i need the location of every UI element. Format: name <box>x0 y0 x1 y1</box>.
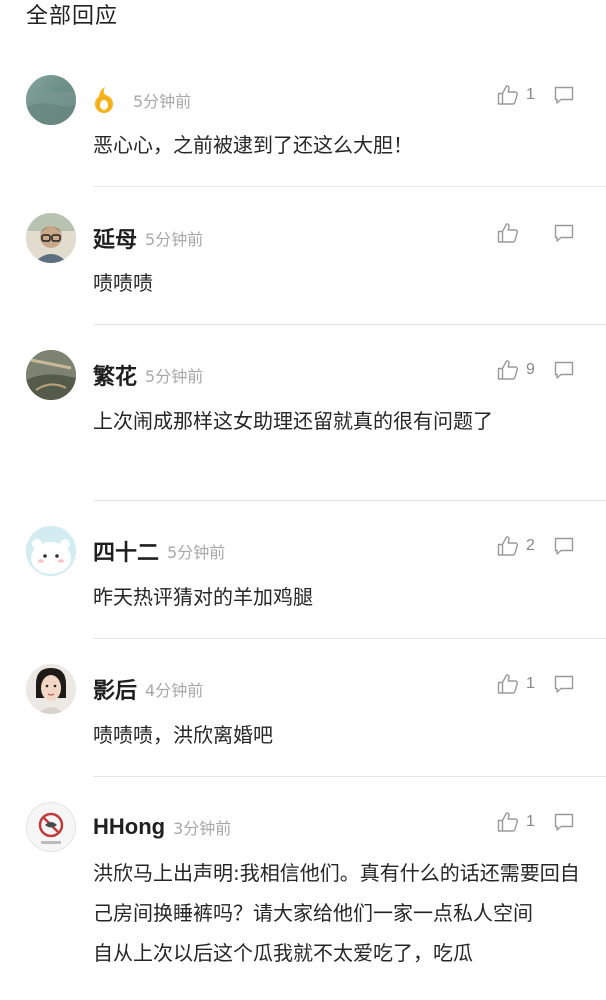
reply-button[interactable] <box>552 358 576 382</box>
comment-actions: 1 <box>496 80 576 110</box>
comment-text: 昨天热评猜对的羊加鸡腿 <box>93 585 313 609</box>
reply-button[interactable] <box>552 810 576 834</box>
comment-bubble-icon <box>552 672 576 696</box>
page-title: 全部回应 <box>26 4 119 29</box>
divider <box>93 500 606 501</box>
comment-actions <box>496 218 576 248</box>
user-row: 繁花 5分钟前 <box>93 360 203 390</box>
avatar-image <box>26 526 76 576</box>
avatar[interactable] <box>26 75 76 125</box>
reply-button[interactable] <box>552 83 576 107</box>
like-count: 9 <box>526 361 535 378</box>
timestamp: 5分钟前 <box>145 367 204 386</box>
timestamp: 3分钟前 <box>173 819 232 838</box>
divider <box>93 638 606 639</box>
comment-bubble-icon <box>552 221 576 245</box>
like-button[interactable] <box>496 221 536 245</box>
comment-bubble-icon <box>552 810 576 834</box>
like-button[interactable]: 2 <box>496 534 536 558</box>
avatar[interactable] <box>26 802 76 852</box>
thumbs-up-icon <box>496 83 520 107</box>
thumbs-up-icon <box>496 221 520 245</box>
username[interactable]: 影后 <box>93 673 137 705</box>
timestamp: 5分钟前 <box>145 230 204 249</box>
username[interactable]: 延母 <box>93 222 137 254</box>
reply-button[interactable] <box>552 672 576 696</box>
comment-text: 恶心心，之前被逮到了还这么大胆！ <box>93 133 413 157</box>
avatar-image <box>26 664 76 714</box>
thumbs-up-icon <box>496 810 520 834</box>
username[interactable]: 繁花 <box>93 359 137 391</box>
comment-text: 洪欣马上出声明:我相信他们。真有什么的话还需要回自己房间换睡裤吗？请大家给他们一… <box>93 861 580 965</box>
like-button[interactable]: 1 <box>496 672 536 696</box>
comment-actions: 1 <box>496 807 576 837</box>
like-count: 1 <box>526 813 535 830</box>
flame-icon <box>93 86 115 114</box>
like-count: 1 <box>526 675 535 692</box>
comment-text: 上次闹成那样这女助理还留就真的很有问题了 <box>93 409 493 433</box>
divider <box>93 186 606 187</box>
timestamp: 5分钟前 <box>133 92 192 111</box>
avatar-image <box>26 350 76 400</box>
timestamp: 4分钟前 <box>145 681 204 700</box>
like-count: 1 <box>526 86 535 103</box>
comment-bubble-icon <box>552 83 576 107</box>
comment-text: 啧啧啧，洪欣离婚吧 <box>93 723 273 747</box>
avatar-image <box>26 89 76 125</box>
user-row: HHong 3分钟前 <box>93 812 231 842</box>
avatar-image <box>26 213 76 263</box>
user-row: 四十二 5分钟前 <box>93 536 225 566</box>
reply-button[interactable] <box>552 534 576 558</box>
divider <box>93 324 606 325</box>
avatar[interactable] <box>26 350 76 400</box>
comment-actions: 1 <box>496 669 576 699</box>
thumbs-up-icon <box>496 534 520 558</box>
timestamp: 5分钟前 <box>167 543 226 562</box>
avatar-image <box>27 803 75 851</box>
comment-bubble-icon <box>552 358 576 382</box>
like-button[interactable]: 1 <box>496 810 536 834</box>
comment-text: 啧啧啧 <box>93 271 153 295</box>
like-count: 2 <box>526 537 535 554</box>
user-row: 5分钟前 <box>93 85 191 115</box>
avatar[interactable] <box>26 213 76 263</box>
username[interactable]: 四十二 <box>93 535 159 567</box>
like-button[interactable]: 9 <box>496 358 536 382</box>
avatar[interactable] <box>26 526 76 576</box>
comment-actions: 9 <box>496 355 576 385</box>
thumbs-up-icon <box>496 358 520 382</box>
comment-actions: 2 <box>496 531 576 561</box>
reply-button[interactable] <box>552 221 576 245</box>
user-row: 影后 4分钟前 <box>93 674 203 704</box>
user-row: 延母 5分钟前 <box>93 223 203 253</box>
thumbs-up-icon <box>496 672 520 696</box>
avatar[interactable] <box>26 664 76 714</box>
comment-bubble-icon <box>552 534 576 558</box>
divider <box>93 776 606 777</box>
like-button[interactable]: 1 <box>496 83 536 107</box>
username[interactable]: HHong <box>93 814 165 840</box>
